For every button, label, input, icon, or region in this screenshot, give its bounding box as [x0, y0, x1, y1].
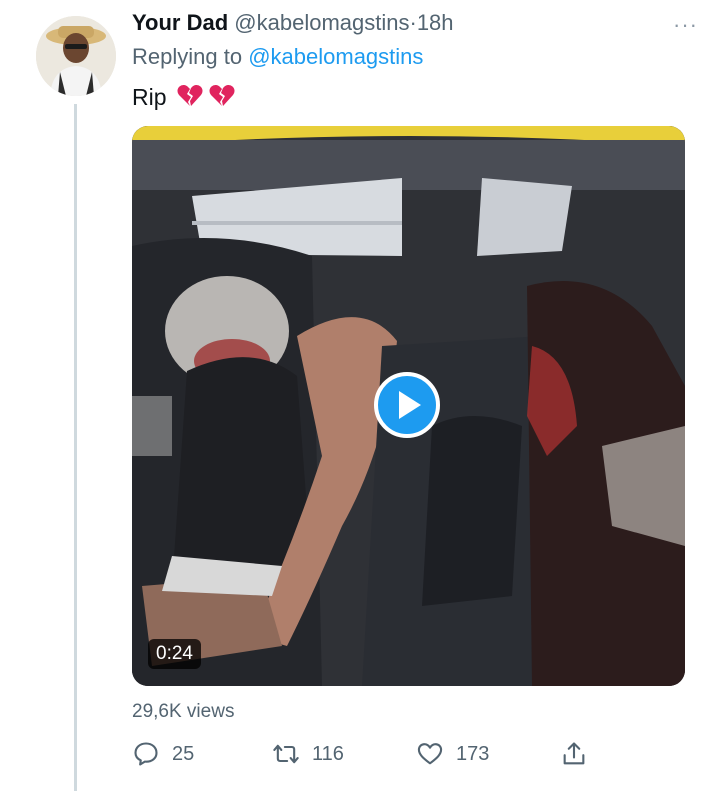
reply-count: 25: [172, 742, 195, 765]
broken-heart-icon: [209, 84, 235, 106]
tweet-text: Rip: [132, 84, 235, 111]
tweet-header: Your Dad @kabelomagstins·18h: [132, 10, 454, 36]
retweet-icon: [273, 744, 299, 764]
view-count: 29,6K views: [132, 701, 235, 722]
play-icon: [399, 391, 421, 419]
avatar-image: [36, 16, 116, 96]
timestamp[interactable]: 18h: [417, 10, 454, 35]
thread-line: [74, 104, 77, 791]
retweet-button[interactable]: 116: [272, 734, 344, 774]
display-name[interactable]: Your Dad: [132, 10, 228, 35]
like-button[interactable]: 173: [416, 734, 489, 774]
like-count: 173: [456, 742, 490, 765]
replying-prefix: Replying to: [132, 44, 243, 69]
play-button[interactable]: [374, 372, 440, 438]
video-player[interactable]: 0:24: [132, 126, 685, 686]
more-options-icon[interactable]: ···: [673, 12, 698, 38]
reply-icon: [134, 742, 158, 766]
replying-handle-link[interactable]: @kabelomagstins: [248, 44, 423, 69]
separator: ·: [409, 10, 417, 35]
tweet-body: Rip: [132, 84, 167, 110]
broken-heart-icon: [177, 84, 203, 106]
user-handle[interactable]: @kabelomagstins: [234, 10, 409, 35]
reply-button[interactable]: 25: [132, 734, 194, 774]
share-icon: [563, 742, 585, 765]
video-duration: 0:24: [148, 639, 201, 669]
avatar[interactable]: [36, 16, 116, 96]
heart-icon: [417, 743, 443, 765]
retweet-count: 116: [312, 742, 344, 765]
tweet-actions: 25 116 173: [132, 734, 692, 774]
share-button[interactable]: [560, 734, 588, 774]
replying-to: Replying to @kabelomagstins: [132, 44, 423, 70]
